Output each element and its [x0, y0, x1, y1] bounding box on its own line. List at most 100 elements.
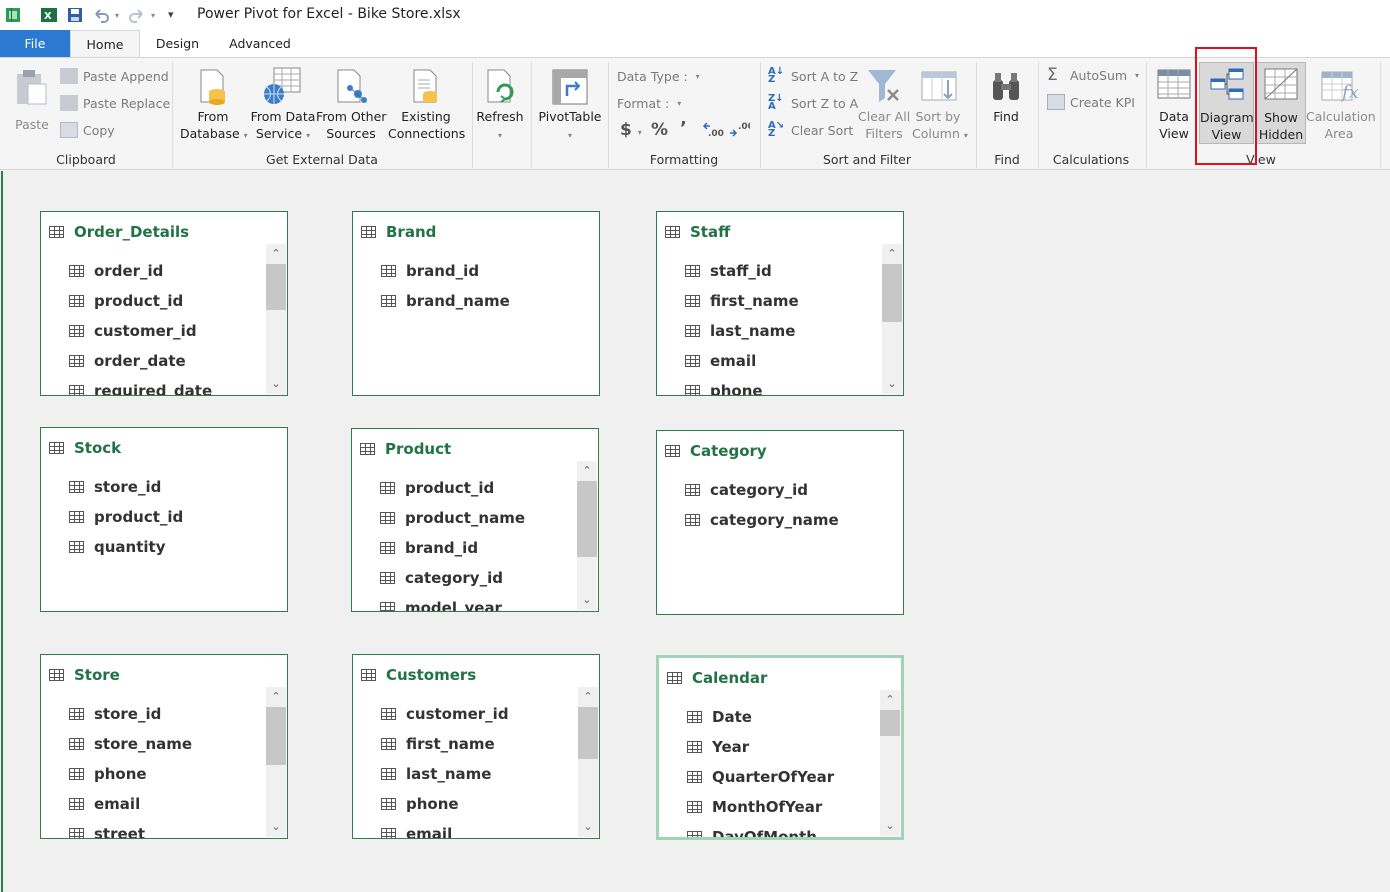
currency-format-button[interactable]: $ ▾ [620, 120, 642, 140]
from-data-service-button[interactable]: From Data Service ▾ [250, 66, 316, 146]
data-view-button[interactable]: Data View [1150, 66, 1198, 146]
autosum-button[interactable]: Σ AutoSum ▾ [1047, 67, 1139, 84]
from-other-sources-button[interactable]: From Other Sources [316, 66, 386, 146]
column-item[interactable]: DayOfMonth [687, 822, 881, 837]
column-item[interactable]: product_id [69, 502, 267, 532]
sort-z-to-a-button[interactable]: Z↓ A Sort Z to A [768, 94, 858, 112]
column-item[interactable]: model_year [380, 593, 578, 611]
column-item[interactable]: Year [687, 732, 881, 762]
column-item[interactable]: QuarterOfYear [687, 762, 881, 792]
column-item[interactable]: quantity [69, 532, 267, 562]
column-item[interactable]: customer_id [381, 699, 579, 729]
column-item[interactable]: phone [685, 376, 883, 395]
data-type-dropdown[interactable]: Data Type : ▾ [617, 69, 700, 84]
column-item[interactable]: store_id [69, 472, 267, 502]
column-item[interactable]: email [381, 819, 579, 838]
paste-replace-button[interactable]: Paste Replace [60, 95, 170, 111]
copy-button[interactable]: Copy [60, 122, 115, 138]
tab-home[interactable]: Home [70, 30, 140, 58]
scrollbar[interactable]: ⌃ ⌄ [578, 687, 598, 837]
column-item[interactable]: brand_id [380, 533, 578, 563]
table-header[interactable]: Calendar [667, 668, 767, 688]
scroll-down-icon[interactable]: ⌄ [577, 592, 597, 608]
scroll-up-icon[interactable]: ⌃ [266, 689, 286, 705]
power-pivot-icon[interactable] [4, 6, 22, 24]
column-item[interactable]: category_id [380, 563, 578, 593]
column-item[interactable]: store_name [69, 729, 267, 759]
scroll-up-icon[interactable]: ⌃ [266, 246, 286, 262]
undo-dropdown-icon[interactable]: ▾ [115, 11, 119, 20]
tab-file[interactable]: File [0, 30, 70, 58]
paste-button[interactable]: Paste [8, 66, 56, 146]
redo-dropdown-icon[interactable]: ▾ [151, 11, 155, 20]
column-item[interactable]: category_name [685, 505, 883, 535]
scroll-up-icon[interactable]: ⌃ [882, 246, 902, 262]
table-header[interactable]: Order_Details [49, 222, 189, 242]
column-item[interactable]: customer_id [69, 316, 267, 346]
column-item[interactable]: brand_id [381, 256, 579, 286]
scrollbar[interactable]: ⌃ ⌄ [577, 461, 597, 610]
increase-decimal-icon[interactable]: .00 [702, 120, 724, 138]
column-item[interactable]: MonthOfYear [687, 792, 881, 822]
column-item[interactable]: last_name [685, 316, 883, 346]
tab-advanced[interactable]: Advanced [220, 30, 300, 58]
column-item[interactable]: store_id [69, 699, 267, 729]
column-item[interactable]: phone [381, 789, 579, 819]
column-item[interactable]: order_date [69, 346, 267, 376]
column-item[interactable]: product_id [69, 286, 267, 316]
tab-design[interactable]: Design [145, 30, 210, 58]
scroll-up-icon[interactable]: ⌃ [578, 689, 598, 705]
scroll-thumb[interactable] [882, 264, 902, 322]
column-item[interactable]: email [69, 789, 267, 819]
column-item[interactable]: phone [69, 759, 267, 789]
scrollbar[interactable]: ⌃ ⌄ [266, 244, 286, 394]
excel-icon[interactable]: X [40, 6, 58, 24]
table-card-category[interactable]: Category category_id category_name [656, 430, 904, 615]
find-button[interactable]: Find [982, 66, 1030, 146]
table-header[interactable]: Product [360, 439, 451, 459]
table-card-order_details[interactable]: Order_Details order_id product_id customer_… [40, 211, 288, 396]
table-card-calendar[interactable]: Calendar Date Year QuarterOfYear MonthOfYear… [656, 655, 904, 840]
scroll-up-icon[interactable]: ⌃ [577, 463, 597, 479]
table-header[interactable]: Category [665, 441, 767, 461]
save-icon[interactable] [66, 6, 84, 24]
diagram-canvas[interactable]: Order_Details order_id product_id customer_… [0, 171, 1390, 892]
scroll-down-icon[interactable]: ⌄ [880, 818, 900, 834]
comma-format-button[interactable]: ʼ [680, 118, 687, 139]
percent-format-button[interactable]: % [651, 120, 668, 140]
column-item[interactable]: first_name [381, 729, 579, 759]
column-item[interactable]: product_id [380, 473, 578, 503]
scroll-down-icon[interactable]: ⌄ [266, 819, 286, 835]
column-item[interactable]: street [69, 819, 267, 838]
table-card-store[interactable]: Store store_id store_name phone email street ⌃… [40, 654, 288, 839]
customize-toolbar-icon[interactable]: ▾ [168, 8, 174, 21]
scroll-up-icon[interactable]: ⌃ [880, 692, 900, 708]
table-card-product[interactable]: Product product_id product_name brand_id cat… [351, 428, 599, 612]
scrollbar[interactable]: ⌃ ⌄ [266, 687, 286, 837]
column-item[interactable]: staff_id [685, 256, 883, 286]
calculation-area-button[interactable]: fx Calculation Area [1306, 66, 1376, 146]
format-dropdown[interactable]: Format : ▾ [617, 96, 681, 111]
create-kpi-button[interactable]: Create KPI [1047, 94, 1135, 110]
scrollbar[interactable]: ⌃ ⌄ [880, 690, 900, 836]
scroll-thumb[interactable] [880, 710, 900, 736]
sort-by-column-button[interactable]: Sort by Column ▾ [912, 66, 968, 146]
column-item[interactable]: Date [687, 702, 881, 732]
decrease-decimal-icon[interactable]: .00 [728, 120, 750, 138]
table-header[interactable]: Store [49, 665, 120, 685]
scroll-thumb[interactable] [577, 481, 597, 557]
table-header[interactable]: Customers [361, 665, 476, 685]
paste-append-button[interactable]: Paste Append [60, 68, 169, 84]
undo-icon[interactable] [92, 6, 110, 24]
scroll-thumb[interactable] [266, 264, 286, 310]
table-card-staff[interactable]: Staff staff_id first_name last_name email pho… [656, 211, 904, 396]
table-card-stock[interactable]: Stock store_id product_id quantity [40, 427, 288, 612]
scroll-thumb[interactable] [266, 707, 286, 765]
from-database-button[interactable]: From Database ▾ [180, 66, 248, 146]
scroll-down-icon[interactable]: ⌄ [266, 376, 286, 392]
table-card-customers[interactable]: Customers customer_id first_name last_name p… [352, 654, 600, 839]
table-card-brand[interactable]: Brand brand_id brand_name [352, 211, 600, 396]
column-item[interactable]: category_id [685, 475, 883, 505]
existing-connections-button[interactable]: Existing Connections [388, 66, 465, 146]
scrollbar[interactable]: ⌃ ⌄ [882, 244, 902, 394]
